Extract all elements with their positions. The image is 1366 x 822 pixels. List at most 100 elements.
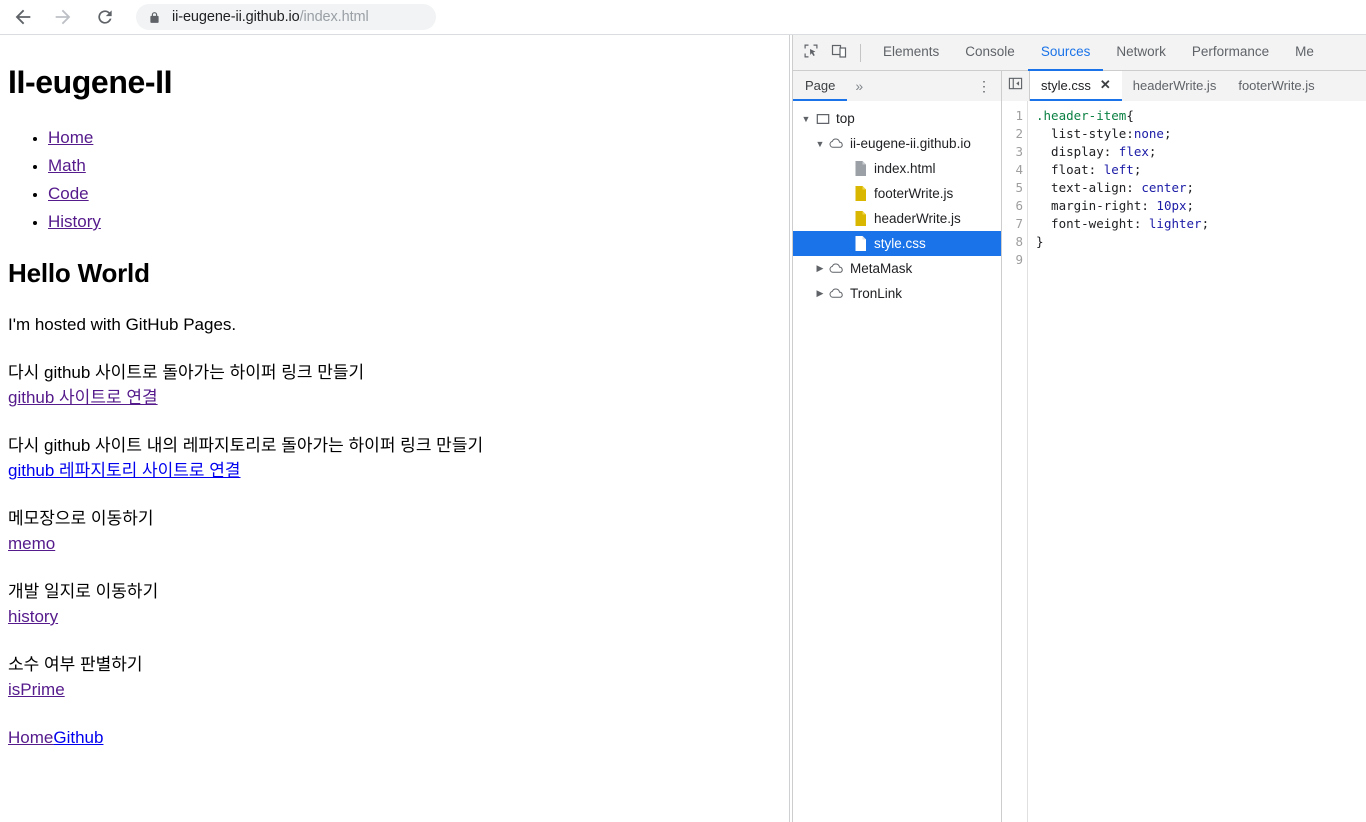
- nav-link-history[interactable]: History: [48, 212, 101, 231]
- tab-network[interactable]: Network: [1103, 35, 1179, 71]
- navigator-header: Page » ⋮: [793, 71, 1002, 101]
- footer-link-github[interactable]: Github: [53, 728, 103, 747]
- line-number: 3: [1015, 144, 1023, 159]
- navigator-tab-page[interactable]: Page: [793, 71, 848, 101]
- code-editor[interactable]: 1 2 3 4 5 6 7 8 9 .header-item{ list-sty…: [1002, 101, 1366, 822]
- css-value: none: [1133, 126, 1164, 141]
- link-github-site[interactable]: github 사이트로 연결: [8, 388, 158, 407]
- page-viewport: II-eugene-II Home Math Code History Hell…: [0, 35, 790, 822]
- hosted-text: I'm hosted with GitHub Pages.: [8, 315, 237, 334]
- reload-button[interactable]: [88, 0, 122, 34]
- line-number: 4: [1015, 162, 1023, 177]
- css-value: center: [1141, 180, 1187, 195]
- tree-row-tronlink[interactable]: ▶ TronLink: [793, 281, 1001, 306]
- address-bar[interactable]: ii-eugene-ii.github.io/index.html: [136, 4, 436, 30]
- link-github-repo[interactable]: github 레파지토리 사이트로 연결: [8, 461, 241, 480]
- js-file-icon: [851, 186, 870, 201]
- link-isprime[interactable]: isPrime: [8, 680, 65, 699]
- tab-sources[interactable]: Sources: [1027, 35, 1104, 71]
- code-line: list-style:none;: [1036, 125, 1366, 143]
- css-semicolon: ;: [1186, 198, 1195, 213]
- editor-tab-footerwrite-js[interactable]: footerWrite.js: [1227, 71, 1325, 101]
- tree-row-domain[interactable]: ▼ ii-eugene-ii.github.io: [793, 131, 1001, 156]
- link-history[interactable]: history: [8, 607, 58, 626]
- css-brace: }: [1036, 234, 1044, 249]
- css-property: list-style:: [1036, 126, 1134, 141]
- chevron-right-icon[interactable]: ▶: [813, 288, 827, 299]
- url-text: ii-eugene-ii.github.io/index.html: [172, 9, 369, 25]
- tree-label: ii-eugene-ii.github.io: [850, 135, 971, 151]
- chevron-down-icon[interactable]: ▼: [813, 139, 827, 149]
- page-footer-links: HomeGithub: [8, 725, 781, 750]
- chevron-down-icon[interactable]: ▼: [799, 114, 813, 124]
- file-tree: ▼ top ▼ ii-eugene-ii.github.io index.htm…: [793, 101, 1002, 822]
- tree-label: top: [836, 110, 855, 126]
- section-text-4: 개발 일지로 이동하기: [8, 582, 159, 601]
- code-line: float: left;: [1036, 161, 1366, 179]
- nav-link-math[interactable]: Math: [48, 156, 86, 175]
- tab-console[interactable]: Console: [952, 35, 1028, 71]
- cloud-icon: [827, 136, 846, 151]
- forward-button[interactable]: [46, 0, 80, 34]
- tree-row-top[interactable]: ▼ top: [793, 106, 1001, 131]
- tree-row-index-html[interactable]: index.html: [793, 156, 1001, 181]
- code-line: font-weight: lighter;: [1036, 215, 1366, 233]
- panel-collapse-button[interactable]: [1002, 71, 1030, 101]
- section-link-wrap-2: github 레파지토리 사이트로 연결: [8, 458, 781, 483]
- url-domain: ii-eugene-ii.github.io: [172, 9, 300, 25]
- devtools-tabbar: Elements Console Sources Network Perform…: [793, 35, 1366, 71]
- editor-tab-headerwrite-js[interactable]: headerWrite.js: [1122, 71, 1228, 101]
- line-number: 1: [1015, 108, 1023, 123]
- code-line: }: [1036, 233, 1366, 251]
- device-toolbar-button[interactable]: [825, 39, 853, 67]
- footer-link-home[interactable]: Home: [8, 728, 53, 747]
- css-semicolon: ;: [1163, 126, 1172, 141]
- code-line: margin-right: 10px;: [1036, 197, 1366, 215]
- css-semicolon: ;: [1148, 144, 1157, 159]
- editor-tab-style-css[interactable]: style.css ✕: [1030, 71, 1122, 101]
- line-number-gutter: 1 2 3 4 5 6 7 8 9: [1002, 101, 1028, 822]
- code-lines[interactable]: .header-item{ list-style:none; display: …: [1028, 101, 1366, 822]
- tab-elements[interactable]: Elements: [870, 35, 952, 71]
- css-property: float:: [1036, 162, 1104, 177]
- section-text-5: 소수 여부 판별하기: [8, 655, 143, 674]
- editor-tab-label: style.css: [1041, 77, 1091, 93]
- tab-memory[interactable]: Me: [1282, 35, 1327, 71]
- css-property: margin-right:: [1036, 198, 1157, 213]
- line-number: 9: [1015, 252, 1023, 267]
- css-property: display:: [1036, 144, 1119, 159]
- nav-link-code[interactable]: Code: [48, 184, 89, 203]
- device-toolbar-icon: [831, 43, 847, 62]
- arrow-right-icon: [52, 6, 74, 28]
- line-number: 7: [1015, 216, 1023, 231]
- close-icon[interactable]: ✕: [1100, 77, 1111, 93]
- devtools-panel: Elements Console Sources Network Perform…: [792, 35, 1366, 822]
- lock-icon: [148, 10, 161, 25]
- back-button[interactable]: [6, 0, 40, 34]
- tree-row-metamask[interactable]: ▶ MetaMask: [793, 256, 1001, 281]
- tab-performance[interactable]: Performance: [1179, 35, 1282, 71]
- css-semicolon: ;: [1133, 162, 1142, 177]
- toolbar-divider: [860, 43, 861, 62]
- chevron-right-icon[interactable]: ▶: [813, 263, 827, 274]
- nav-link-home[interactable]: Home: [48, 128, 93, 147]
- section-link-wrap-3: memo: [8, 531, 781, 556]
- devtools-subtoolbar: Page » ⋮ style.css ✕ headerWrite.js foot…: [793, 71, 1366, 101]
- tree-label: style.css: [874, 235, 926, 251]
- tree-row-footerwrite-js[interactable]: footerWrite.js: [793, 181, 1001, 206]
- navigator-overflow-icon[interactable]: »: [847, 78, 871, 94]
- inspect-element-button[interactable]: [797, 39, 825, 67]
- link-memo[interactable]: memo: [8, 534, 55, 553]
- devtools-body: ▼ top ▼ ii-eugene-ii.github.io index.htm…: [793, 101, 1366, 822]
- section-text-1: 다시 github 사이트로 돌아가는 하이퍼 링크 만들기: [8, 363, 365, 382]
- css-semicolon: ;: [1201, 216, 1210, 231]
- section-link-wrap-1: github 사이트로 연결: [8, 385, 781, 410]
- page-title: II-eugene-II: [8, 64, 173, 100]
- tree-row-headerwrite-js[interactable]: headerWrite.js: [793, 206, 1001, 231]
- tree-row-style-css[interactable]: style.css: [793, 231, 1001, 256]
- tree-label: headerWrite.js: [874, 210, 961, 226]
- site-nav-list: Home Math Code History: [8, 124, 781, 236]
- navigator-menu-icon[interactable]: ⋮: [967, 78, 1001, 95]
- html-file-icon: [851, 161, 870, 176]
